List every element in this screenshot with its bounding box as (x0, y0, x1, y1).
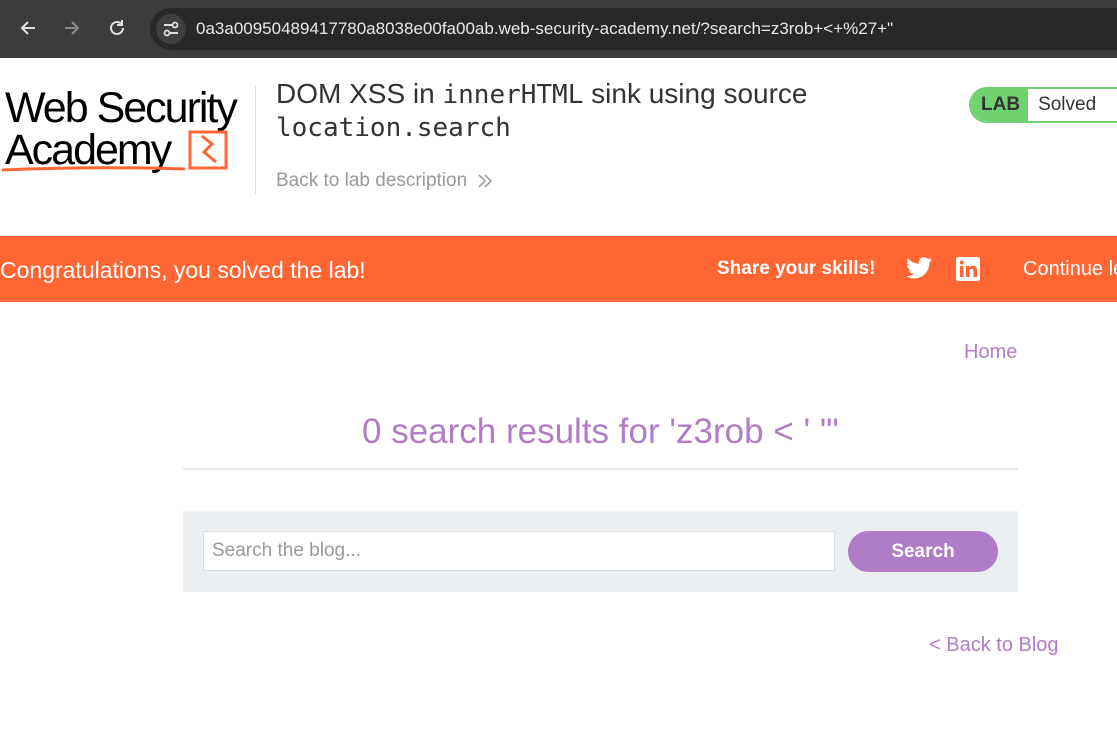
search-panel: Search (183, 511, 1018, 592)
home-link[interactable]: Home (964, 341, 1017, 364)
double-chevron-right-icon (478, 174, 493, 188)
search-input[interactable] (203, 531, 835, 571)
site-info-button[interactable] (156, 14, 186, 44)
linkedin-icon[interactable] (956, 257, 980, 281)
web-security-academy-logo[interactable]: Web Security Academy (1, 84, 252, 179)
heading-divider (183, 468, 1018, 470)
back-button[interactable] (14, 14, 42, 42)
header-divider (255, 86, 256, 194)
lab-title-middle: sink using source (583, 78, 808, 109)
reload-button[interactable] (103, 14, 131, 42)
address-bar[interactable]: 0a3a00950489417780a8038e00fa00ab.web-sec… (150, 8, 1117, 50)
reload-icon (110, 20, 124, 35)
lab-badge-label: LAB (971, 89, 1029, 121)
share-skills-label: Share your skills! (717, 258, 876, 279)
browser-toolbar: 0a3a00950489417780a8038e00fa00ab.web-sec… (0, 0, 1117, 58)
tune-icon (163, 21, 179, 37)
lab-title-prefix: DOM XSS in (276, 78, 443, 109)
back-to-blog-link[interactable]: < Back to Blog (929, 634, 1059, 657)
continue-learning-link[interactable]: Continue le (1023, 258, 1117, 281)
congratulations-message: Congratulations, you solved the lab! (0, 257, 366, 283)
back-to-lab-description-label: Back to lab description (276, 170, 468, 191)
url-text[interactable]: 0a3a00950489417780a8038e00fa00ab.web-sec… (196, 19, 893, 39)
search-results-heading: 0 search results for 'z3rob < ' "' (362, 412, 839, 451)
forward-button[interactable] (58, 14, 86, 42)
arrow-left-icon (20, 21, 35, 35)
lab-title-code-location-search: location.search (276, 113, 511, 143)
search-button[interactable]: Search (848, 531, 998, 572)
twitter-icon[interactable] (906, 256, 932, 280)
back-to-lab-description-link[interactable]: Back to lab description (276, 170, 493, 192)
solved-banner: Congratulations, you solved the lab! Sha… (0, 236, 1117, 302)
lab-title: DOM XSS in innerHTML sink using source l… (276, 78, 916, 144)
lab-title-code-innerhtml: innerHTML (442, 80, 584, 110)
lab-badge-status: Solved (1028, 89, 1107, 121)
arrow-right-icon (65, 21, 80, 35)
lab-status-badge: LAB Solved (969, 87, 1117, 123)
svg-text:Web Security: Web Security (5, 84, 238, 132)
